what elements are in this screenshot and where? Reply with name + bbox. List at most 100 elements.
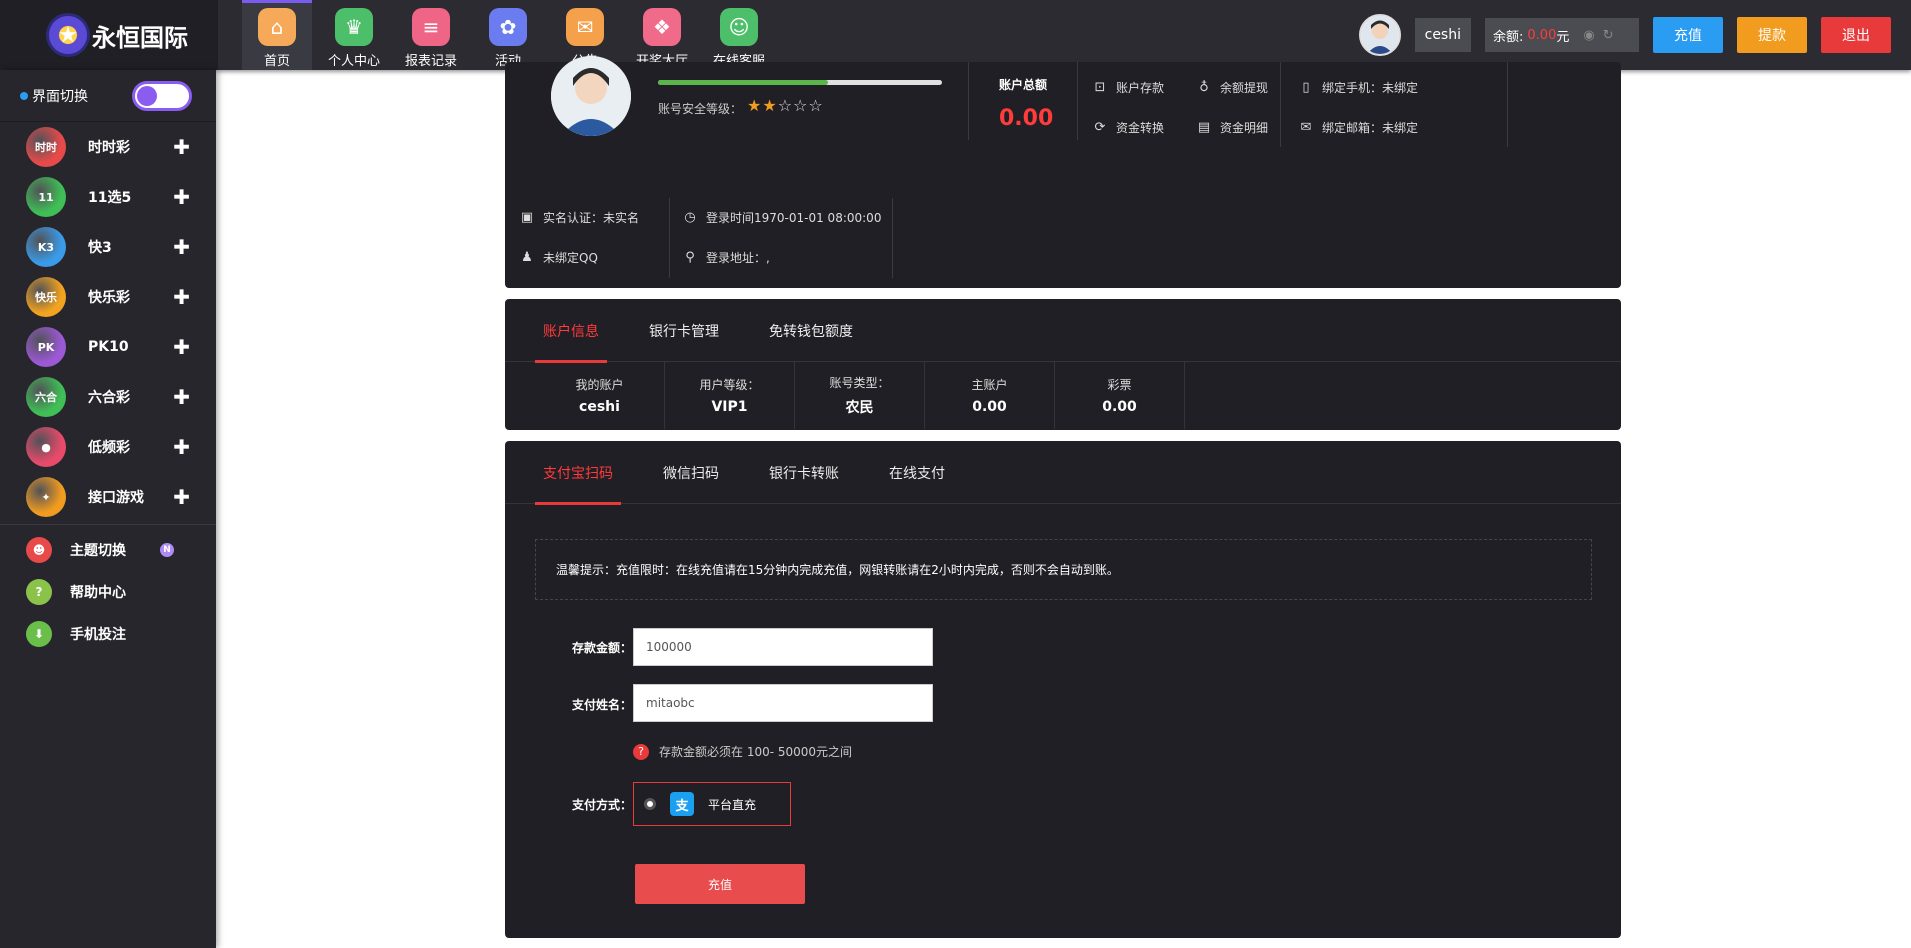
recharge-button[interactable]: 充值 (1653, 17, 1723, 53)
logo-star-icon: ★ (46, 13, 90, 57)
pay-method-label: 平台直充 (708, 797, 757, 812)
profile-avatar[interactable] (551, 56, 631, 136)
location-pin-icon: ⚲ (685, 250, 695, 265)
k3-icon: K3 (26, 227, 66, 267)
tab-account-2[interactable]: 免转钱包额度 (761, 299, 861, 362)
crown-icon: ♛ (335, 8, 373, 46)
plus-icon[interactable]: ✚ (173, 435, 190, 459)
nav-label: 报表记录 (404, 54, 457, 69)
profile-portrait-icon (551, 56, 631, 136)
withdraw-link[interactable]: ♁ 余额提现 (1196, 79, 1268, 96)
hide-eye-icon[interactable]: ◉ (1583, 28, 1594, 43)
detail-link[interactable]: ▤ 资金明细 (1196, 119, 1268, 136)
refresh-icon[interactable]: ↻ (1603, 28, 1614, 43)
security-label: 账号安全等级： (658, 102, 743, 116)
withdraw-label: 余额提现 (1220, 81, 1269, 95)
top-bar-right: ceshi 余额: 0.00 元 ◉ ↻ 充值 提款 退出 (1358, 0, 1911, 70)
report-icon: ≡ (412, 8, 450, 46)
ssc-icon: 时时 (26, 127, 66, 167)
payer-name-input[interactable] (633, 684, 933, 722)
radio-selected-icon[interactable] (644, 798, 656, 810)
plus-icon[interactable]: ✚ (173, 135, 190, 159)
plus-icon[interactable]: ✚ (173, 335, 190, 359)
divider (669, 198, 670, 278)
grid-icon: ❖ (643, 8, 681, 46)
bind-email-link[interactable]: ✉ 绑定邮箱：未绑定 (1298, 119, 1418, 136)
info-key: 账号类型： (829, 376, 890, 390)
withdraw-button[interactable]: 提款 (1737, 17, 1807, 53)
sidebar-item-lhc[interactable]: 六合 六合彩 ✚ (0, 372, 216, 422)
plus-icon[interactable]: ✚ (173, 235, 190, 259)
tab-pay-3[interactable]: 在线支付 (881, 441, 953, 504)
info-value: VIP1 (711, 399, 748, 415)
phone-icon: ▯ (1302, 80, 1310, 95)
user-avatar[interactable] (1358, 14, 1401, 56)
star-icon: ☆ (793, 96, 809, 115)
home-icon: ⌂ (258, 8, 296, 46)
sidebar-item-pk10[interactable]: PK PK10 ✚ (0, 322, 216, 372)
nav-label: 首页 (263, 54, 290, 69)
username-display: ceshi (1414, 18, 1471, 52)
nav-item-activity[interactable]: ✿活动 (473, 0, 543, 70)
ui-switch-toggle[interactable] (132, 80, 192, 111)
nav-item-support[interactable]: ☺在线客服 (704, 0, 774, 70)
sidebar-util-theme[interactable]: ☻ 主题切换 N (0, 529, 216, 571)
clock-icon: ◷ (684, 210, 696, 225)
profile-panel: 账号安全等级： ★★☆☆☆ 账户总额 0.00 ⊡ 账户存款 ♁ 余额提现 ⟳ 资金转… (505, 56, 1621, 288)
transfer-link[interactable]: ⟳ 资金转换 (1092, 119, 1164, 136)
nav-item-crown[interactable]: ♛ 个人中心 (319, 0, 389, 70)
ui-switch-row: 界面切换 (0, 70, 216, 122)
plus-icon[interactable]: ✚ (173, 285, 190, 309)
tab-pay-2[interactable]: 银行卡转账 (761, 441, 847, 504)
sidebar-item-label: 快乐彩 (88, 290, 130, 306)
tab-pay-1[interactable]: 微信扫码 (655, 441, 727, 504)
deposit-link[interactable]: ⊡ 账户存款 (1092, 79, 1164, 96)
mail-icon: ✉ (566, 8, 604, 46)
tab-account-0[interactable]: 账户信息 (535, 299, 607, 363)
sidebar-item-label: 六合彩 (88, 390, 130, 406)
plus-icon[interactable]: ✚ (173, 485, 190, 509)
account-info-cell: 主账户 0.00 (925, 362, 1055, 429)
logo[interactable]: ★ 永恒国际 (0, 0, 218, 70)
sidebar-item-api-game[interactable]: ✦ 接口游戏 ✚ (0, 472, 216, 522)
sidebar-item-k3[interactable]: K3 快3 ✚ (0, 222, 216, 272)
api-game-icon: ✦ (26, 477, 66, 517)
plus-icon[interactable]: ✚ (173, 185, 190, 209)
tab-pay-0[interactable]: 支付宝扫码 (535, 441, 621, 505)
sidebar-util-label: 主题切换 (70, 543, 126, 559)
account-tabs: 账户信息 银行卡管理 免转钱包额度 (505, 299, 1621, 363)
nav-item-report[interactable]: ≡ 报表记录 (396, 0, 466, 70)
detail-label: 资金明细 (1220, 121, 1269, 135)
sidebar-util-help[interactable]: ? 帮助中心 (0, 571, 216, 613)
sidebar-item-label: 11选5 (88, 190, 132, 206)
submit-recharge-button[interactable]: 充值 (635, 864, 805, 904)
login-time-label: 登录时间1970-01-01 08:00:00 (706, 211, 882, 225)
11x5-icon: 11 (26, 177, 66, 217)
sidebar-item-ssc[interactable]: 时时 时时彩 ✚ (0, 122, 216, 172)
tab-account-1[interactable]: 银行卡管理 (641, 299, 727, 362)
money-bag-icon: ♁ (1199, 80, 1209, 95)
bind-phone-link[interactable]: ▯ 绑定手机：未绑定 (1298, 79, 1418, 96)
logout-button[interactable]: 退出 (1821, 17, 1891, 53)
sidebar-item-label: 快3 (88, 240, 112, 256)
account-info-cell: 账号类型： 农民 (795, 362, 925, 429)
deposit-label: 账户存款 (1116, 81, 1165, 95)
sidebar-util-download[interactable]: ⬇ 手机投注 (0, 613, 216, 655)
sidebar-item-11x5[interactable]: 11 11选5 ✚ (0, 172, 216, 222)
star-icon: ☆ (777, 96, 794, 115)
info-value: 0.00 (972, 399, 1007, 415)
info-key: 彩票 (1107, 378, 1132, 392)
download-icon: ⬇ (26, 621, 52, 647)
sidebar-item-klc[interactable]: 快乐 快乐彩 ✚ (0, 272, 216, 322)
nav-item-grid[interactable]: ❖开奖大厅 (627, 0, 697, 70)
method-label: 支付方式： (572, 798, 633, 812)
plus-icon[interactable]: ✚ (173, 385, 190, 409)
util-list: ☻ 主题切换 N? 帮助中心 ⬇ 手机投注 (0, 529, 216, 655)
switch-dot-icon (20, 91, 28, 100)
nav-item-home[interactable]: ⌂ 首页 (242, 0, 312, 70)
pay-method-option[interactable]: 支 平台直充 (633, 782, 791, 826)
theme-icon: ☻ (26, 537, 52, 563)
bind-phone-label: 绑定手机：未绑定 (1322, 81, 1419, 95)
amount-input[interactable] (633, 628, 933, 666)
sidebar-item-dpc[interactable]: ● 低频彩 ✚ (0, 422, 216, 472)
